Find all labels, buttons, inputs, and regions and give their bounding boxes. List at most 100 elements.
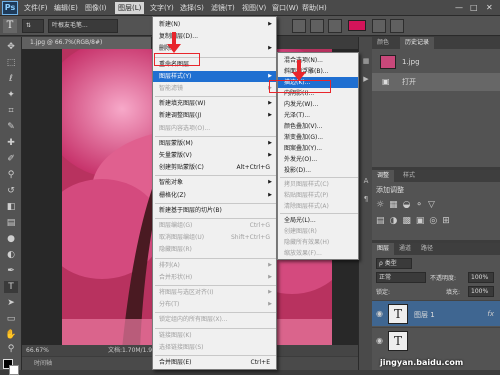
layer-menu-item[interactable]: 链接图层(K) (153, 330, 276, 341)
layer-style-item[interactable]: 外发光(O)... (278, 154, 358, 165)
text-color-swatch[interactable] (348, 20, 366, 31)
layer-menu-item[interactable]: 智能对象 ▶ (153, 177, 276, 188)
tab-color[interactable]: 颜色 (372, 37, 394, 49)
visibility-eye-icon[interactable]: ◉ (376, 309, 383, 318)
history-state[interactable]: ▣ 打开 (372, 73, 500, 91)
menu-image[interactable]: 图像(I) (85, 3, 107, 13)
type-tool-icon[interactable]: T (4, 281, 18, 293)
menu-edit[interactable]: 编辑(E) (54, 3, 78, 13)
adjustment-icons-row-2[interactable]: ▤◑▩▣◎⊞ (376, 216, 455, 226)
layer-style-item[interactable]: 图案叠加(Y)... (278, 143, 358, 154)
zoom-level[interactable]: 66.67% (26, 345, 49, 356)
align-center-icon[interactable] (310, 19, 324, 33)
layer-style-item[interactable]: 混合选项(N)... (278, 55, 358, 66)
layer-style-item[interactable]: 渐变叠加(G)... (278, 132, 358, 143)
paragraph-panel-icon[interactable]: ¶ (361, 195, 371, 205)
menu-type[interactable]: 文字(Y) (150, 3, 174, 13)
layer-menu-item[interactable]: 图层内容选项(O)... (153, 123, 276, 134)
layer-style-item[interactable]: 内发光(W)... (278, 99, 358, 110)
menu-select[interactable]: 选择(S) (180, 3, 204, 13)
layer-menu-item[interactable]: 排列(A) ▶ (153, 260, 276, 271)
layer-menu-item[interactable]: 分布(T) ▶ (153, 299, 276, 310)
layer-menu-item[interactable]: 锁定组内的所有图层(X)... (153, 314, 276, 325)
gradient-tool-icon[interactable]: ▤ (4, 217, 18, 229)
layer-style-item[interactable]: 清除图层样式(A) (278, 201, 358, 212)
layer-menu-item[interactable]: 新建(N) ▶ (153, 19, 276, 30)
maximize-icon[interactable]: □ (470, 3, 478, 12)
layer-menu-item[interactable]: 隐藏图层(R) (153, 244, 276, 255)
layer-menu-item[interactable]: 新建填充图层(W) ▶ (153, 98, 276, 109)
tab-adjustments[interactable]: 调整 (372, 170, 395, 182)
eyedropper-icon[interactable]: ✎ (4, 121, 18, 133)
blur-tool-icon[interactable]: ● (4, 233, 18, 245)
layer-menu-item[interactable]: 图层样式(Y) ▶ (153, 70, 276, 82)
zoom-tool-icon[interactable]: ⚲ (4, 343, 18, 355)
brush-tool-icon[interactable]: ✐ (4, 153, 18, 165)
character-panel-icon[interactable]: A (361, 177, 371, 187)
layer-name[interactable]: 图层 1 (414, 310, 435, 320)
layer-menu-item[interactable]: 创建剪贴蒙版(C) Alt+Ctrl+G (153, 162, 276, 173)
actions-panel-icon[interactable]: ▶ (361, 75, 371, 85)
layer-effects-icon[interactable]: fx (487, 310, 494, 318)
clone-stamp-icon[interactable]: ⚲ (4, 169, 18, 181)
document-tab[interactable]: 1.jpg @ 66.7%(RGB/8#) (22, 37, 152, 49)
lasso-tool-icon[interactable]: ℓ (4, 73, 18, 85)
layer-menu-item[interactable]: 栅格化(Z) ▶ (153, 190, 276, 201)
layer-menu-item[interactable]: 取消图层编组(U) Shift+Ctrl+G (153, 232, 276, 243)
layer-row[interactable]: ◉ T (372, 327, 500, 353)
layer-menu-item[interactable]: 合并图层(E) Ctrl+E (153, 357, 276, 368)
dodge-tool-icon[interactable]: ◐ (4, 249, 18, 261)
layer-style-item[interactable]: 投影(D)... (278, 165, 358, 176)
layer-row[interactable]: ◉ T 图层 1 fx (372, 300, 500, 326)
layer-style-item[interactable]: 拷贝图层样式(C) (278, 179, 358, 190)
opacity-field[interactable]: 100% (468, 272, 494, 283)
visibility-eye-icon[interactable]: ◉ (376, 336, 383, 345)
layer-menu-item[interactable]: 选择链接图层(S) (153, 342, 276, 353)
layer-style-item[interactable]: 全局光(L)... (278, 215, 358, 226)
menu-help[interactable]: 帮助(H) (302, 3, 327, 13)
eraser-tool-icon[interactable]: ◧ (4, 201, 18, 213)
layer-menu-item[interactable]: 矢量蒙版(V) ▶ (153, 150, 276, 161)
tab-history[interactable]: 历史记录 (400, 37, 435, 49)
history-brush-icon[interactable]: ↺ (4, 185, 18, 197)
rectangle-tool-icon[interactable]: ▭ (4, 313, 18, 325)
blend-mode-select[interactable]: 正常 (376, 272, 426, 283)
menu-view[interactable]: 视图(V) (242, 3, 266, 13)
tab-paths[interactable]: 路径 (416, 243, 438, 255)
layer-menu-item[interactable]: 图层蒙版(M) ▶ (153, 138, 276, 149)
minimize-icon[interactable]: — (455, 3, 463, 12)
fill-field[interactable]: 100% (468, 286, 494, 297)
healing-brush-icon[interactable]: ✚ (4, 137, 18, 149)
font-family-select[interactable]: 叶根友毛笔... (48, 19, 118, 33)
move-tool-icon[interactable]: ✥ (4, 41, 18, 53)
orientation-toggle[interactable]: ⇅ (22, 19, 44, 33)
warp-text-icon[interactable] (372, 19, 386, 33)
layer-menu-item[interactable]: 新建调整图层(J) ▶ (153, 110, 276, 121)
layer-menu-item[interactable]: 将图层与选区对齐(I) ▶ (153, 287, 276, 298)
magic-wand-icon[interactable]: ✦ (4, 89, 18, 101)
close-icon[interactable]: ✕ (486, 3, 493, 12)
layer-style-item[interactable]: 隐藏所有效果(H) (278, 237, 358, 248)
character-panel-icon[interactable] (390, 19, 404, 33)
layer-style-item[interactable]: 粘贴图层样式(P) (278, 190, 358, 201)
marquee-tool-icon[interactable]: ⬚ (4, 57, 18, 69)
layer-menu-item[interactable]: 新建基于图层的切片(B) (153, 205, 276, 216)
crop-tool-icon[interactable]: ⌗ (4, 105, 18, 117)
layer-menu-item[interactable]: 智能滤镜 ▶ (153, 83, 276, 94)
history-panel-icon[interactable]: ▦ (361, 57, 371, 67)
layer-style-item[interactable]: 光泽(T)... (278, 110, 358, 121)
align-left-icon[interactable] (292, 19, 306, 33)
menu-filter[interactable]: 滤镜(T) (211, 3, 235, 13)
layer-style-item[interactable]: 缩放效果(F)... (278, 248, 358, 259)
tab-layers[interactable]: 图层 (372, 243, 395, 255)
hand-tool-icon[interactable]: ✋ (4, 329, 18, 341)
history-snapshot[interactable]: 1.jpg (372, 53, 500, 71)
menu-window[interactable]: 窗口(W) (272, 3, 298, 13)
adjustment-icons-row-1[interactable]: ☼▦◒⚬▽ (376, 200, 440, 210)
path-select-icon[interactable]: ➤ (4, 297, 18, 309)
layer-menu-item[interactable]: 合并形状(H) ▶ (153, 272, 276, 283)
layer-kind-filter[interactable]: ρ 类型 (376, 258, 412, 269)
type-tool-icon[interactable]: T (3, 19, 17, 33)
pen-tool-icon[interactable]: ✒ (4, 265, 18, 277)
layer-menu-item[interactable]: 图层编组(G) Ctrl+G (153, 220, 276, 231)
